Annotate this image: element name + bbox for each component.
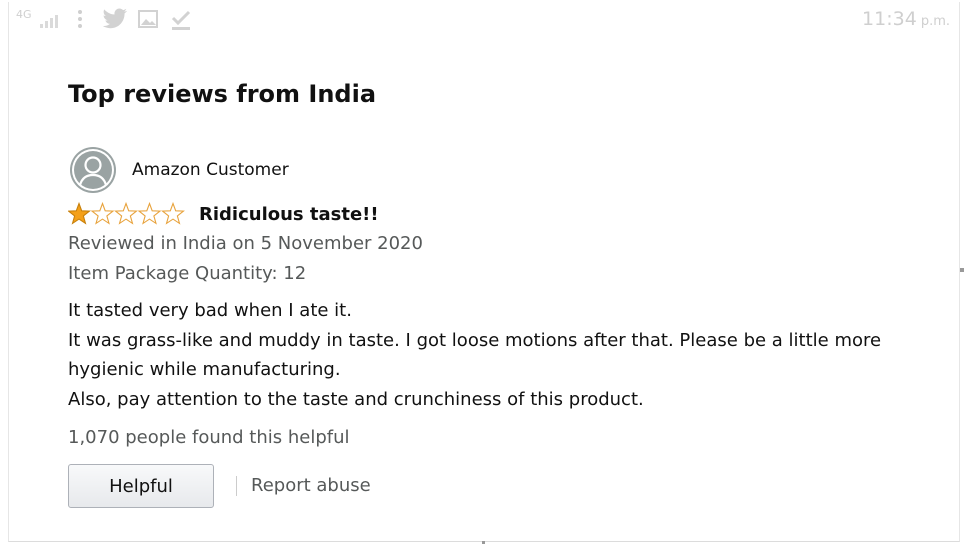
clock: 11:34 p.m. <box>862 8 950 30</box>
review-body-line: It tasted very bad when I ate it. <box>68 300 352 321</box>
review-date: Reviewed in India on 5 November 2020 <box>68 233 423 254</box>
divider <box>236 476 237 496</box>
review-variant[interactable]: Item Package Quantity: 12 <box>68 263 306 284</box>
more-vert-icon <box>78 10 82 30</box>
review-author[interactable]: Amazon Customer <box>132 160 289 180</box>
star-empty-icon <box>114 202 138 225</box>
helpful-button[interactable]: Helpful <box>68 464 214 508</box>
scroll-marker <box>482 541 485 544</box>
image-icon <box>138 10 158 28</box>
network-type: 4G <box>16 8 32 21</box>
star-empty-icon <box>90 202 115 225</box>
review-body-line: It was grass-like and muddy in taste. I … <box>68 329 882 381</box>
review-title[interactable]: Ridiculous taste!! <box>199 204 379 225</box>
star-empty-icon <box>137 202 162 225</box>
twitter-icon <box>102 8 128 29</box>
star-empty-icon <box>161 202 185 225</box>
star-filled-icon <box>68 202 91 225</box>
star-rating[interactable] <box>68 202 188 226</box>
report-abuse-link[interactable]: Report abuse <box>251 475 371 496</box>
status-bar: 4G 11:34 p.m. <box>0 0 966 40</box>
download-done-icon <box>171 10 191 30</box>
section-title: Top reviews from India <box>68 80 377 108</box>
review-body-line: Also, pay attention to the taste and cru… <box>68 388 644 410</box>
scroll-marker <box>960 268 964 272</box>
review-body: It tasted very bad when I ate it. It was… <box>68 296 928 414</box>
helpful-count: 1,070 people found this helpful <box>68 427 350 448</box>
signal-icon <box>40 12 62 28</box>
user-icon <box>72 149 114 191</box>
avatar[interactable] <box>70 147 116 193</box>
